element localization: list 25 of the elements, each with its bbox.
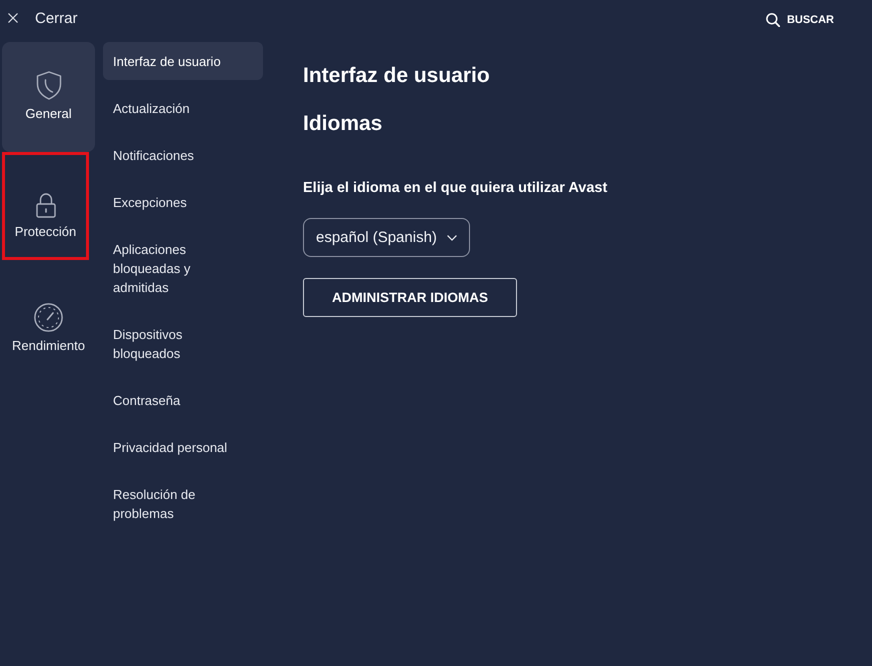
close-icon [8,13,18,23]
page-title: Interfaz de usuario [303,63,490,89]
subnav-item[interactable]: Interfaz de usuario [103,42,263,80]
subnav-item[interactable]: Dispositivos bloqueados [103,315,263,372]
subnav-item[interactable]: Actualización [103,89,263,127]
chevron-down-icon [446,234,457,240]
search-button[interactable]: BUSCAR [766,9,834,31]
category-tab[interactable]: Rendimiento [2,274,95,384]
subnav-item[interactable]: Notificaciones [103,136,263,174]
language-dropdown[interactable]: español (Spanish) [303,218,470,257]
category-tab[interactable]: General [2,42,95,152]
category-tab[interactable]: Protección [2,152,89,260]
shield-icon [36,71,62,100]
lock-icon [36,193,56,218]
search-icon [766,13,780,27]
manage-languages-button[interactable]: ADMINISTRAR IDIOMAS [303,278,517,317]
subnav-item[interactable]: Privacidad personal [103,428,263,466]
section-title: Idiomas [303,111,382,137]
subnav-item[interactable]: Excepciones [103,183,263,221]
subnav-item[interactable]: Resolución de problemas [103,475,263,532]
subnav-item[interactable]: Aplicaciones bloqueadas y admitidas [103,230,263,306]
subnav-item[interactable]: Contraseña [103,381,263,419]
language-prompt: Elija el idioma en el que quiera utilizar Avast [303,179,608,198]
speedometer-icon [34,303,63,332]
close-button[interactable]: Cerrar [8,6,78,30]
